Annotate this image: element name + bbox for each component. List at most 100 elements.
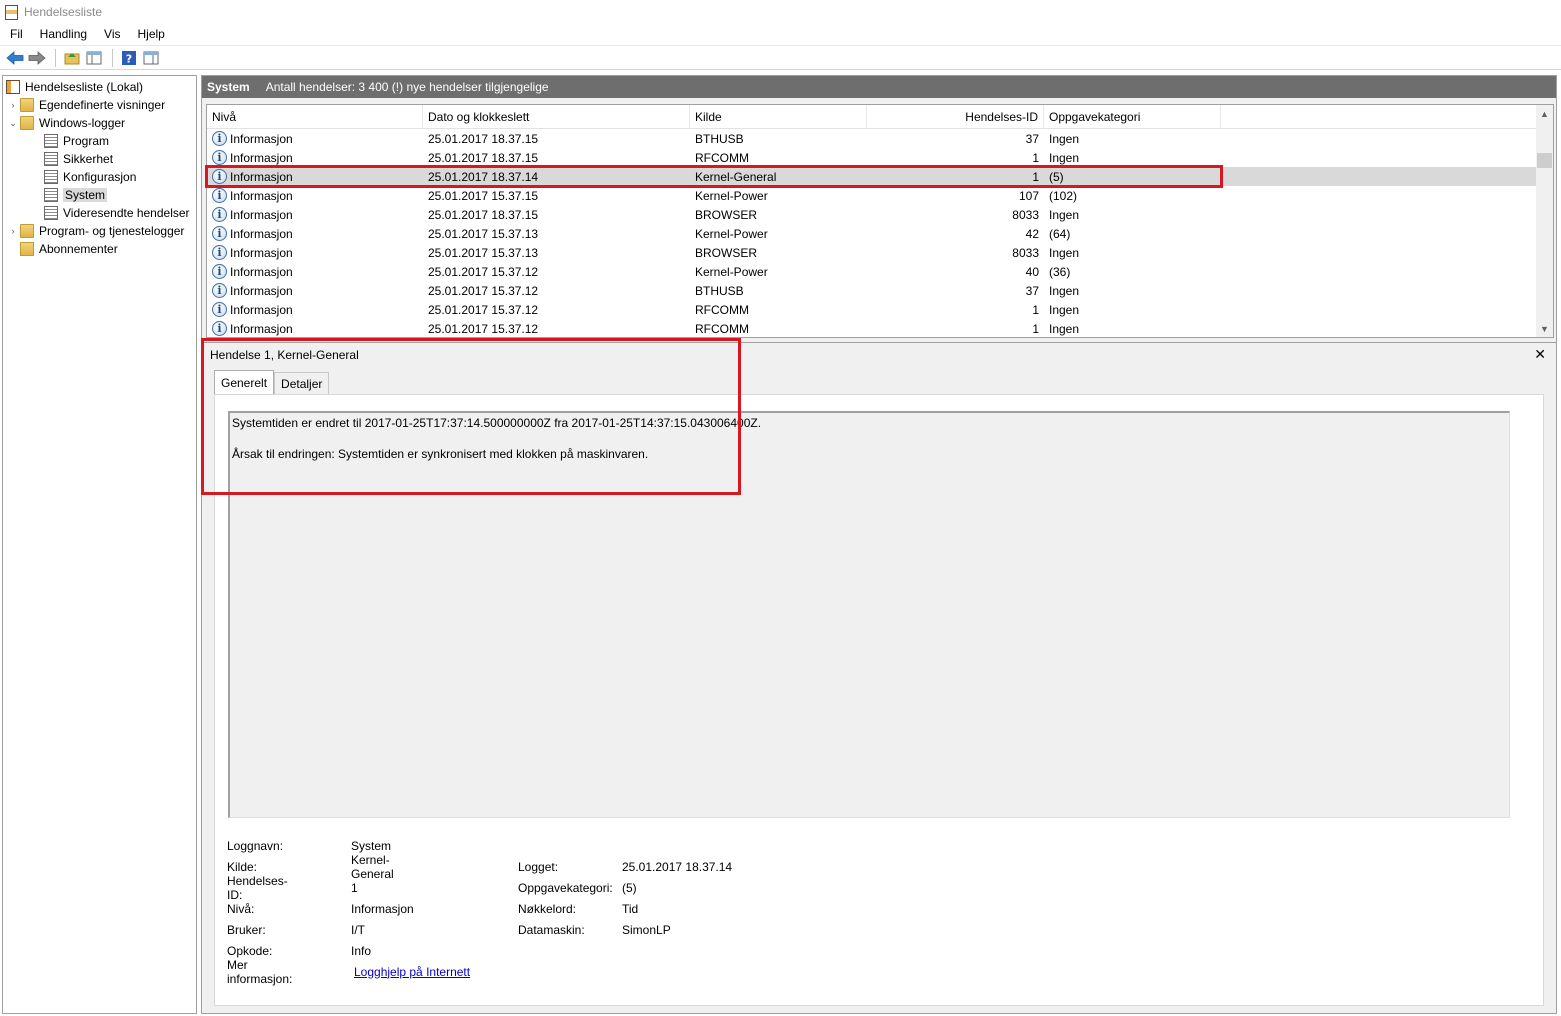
event-description[interactable]: Systemtiden er endret til 2017-01-25T17:… — [228, 411, 1510, 818]
level-text: Informasjon — [230, 226, 293, 241]
scroll-down-icon[interactable]: ▼ — [1536, 320, 1553, 337]
cell-date: 25.01.2017 15.37.12 — [428, 302, 539, 317]
tree-app-service-logs[interactable]: › Program- og tjenestelogger — [3, 222, 196, 240]
tree-windows-logs[interactable]: ⌄ Windows-logger — [3, 114, 196, 132]
column-date[interactable]: Dato og klokkeslett — [423, 105, 690, 128]
cell-source: BTHUSB — [695, 131, 744, 146]
forward-arrow-icon[interactable] — [27, 48, 47, 68]
svg-text:?: ? — [126, 52, 132, 65]
table-row[interactable]: i Informasjon 25.01.2017 15.37.12 Kernel-Po… — [207, 262, 1553, 281]
tab-details[interactable]: Detaljer — [274, 372, 330, 394]
cell-source: Kernel-Power — [695, 264, 768, 279]
information-icon: i — [212, 302, 227, 317]
menu-bar: Fil Handling Vis Hjelp — [0, 24, 1561, 44]
tree-log-setup[interactable]: Konfigurasjon — [3, 168, 196, 186]
prop-label: Datamaskin: — [518, 922, 585, 937]
detail-tabs: Generelt Detaljer — [214, 370, 330, 394]
folder-icon — [20, 116, 34, 130]
prop-label: Oppgavekategori: — [518, 880, 613, 895]
cell-date: 25.01.2017 15.37.12 — [428, 321, 539, 336]
table-row[interactable]: i Informasjon 25.01.2017 18.37.14 Kernel-Ge… — [207, 167, 1553, 186]
information-icon: i — [212, 283, 227, 298]
cell-level: i Informasjon — [207, 129, 423, 148]
cell-level: i Informasjon — [207, 186, 423, 205]
scroll-up-icon[interactable]: ▲ — [1536, 105, 1553, 122]
scroll-thumb[interactable] — [1537, 153, 1552, 168]
table-header: Nivå Dato og klokkeslett Kilde Hendelses… — [207, 105, 1553, 129]
menu-file[interactable]: Fil — [10, 27, 23, 41]
cell-event-id: 1 — [1032, 302, 1039, 317]
cell-task-category: (64) — [1049, 226, 1071, 241]
table-row[interactable]: i Informasjon 25.01.2017 18.37.15 RFCOMM 1 In… — [207, 148, 1553, 167]
column-task-category[interactable]: Oppgavekategori — [1044, 105, 1221, 128]
log-icon — [44, 170, 58, 184]
menu-help[interactable]: Hjelp — [138, 27, 165, 41]
table-row[interactable]: i Informasjon 25.01.2017 15.37.12 BTHUSB 37 I… — [207, 281, 1553, 300]
cell-event-id: 40 — [1025, 264, 1039, 279]
cell-task-category: Ingen — [1049, 321, 1080, 336]
cell-level: i Informasjon — [207, 262, 423, 281]
tree-log-program[interactable]: Program — [3, 132, 196, 150]
tree-root[interactable]: Hendelsesliste (Lokal) — [3, 78, 196, 96]
table-row[interactable]: i Informasjon 25.01.2017 18.37.15 BTHUSB 37 I… — [207, 129, 1553, 148]
cell-level: i Informasjon — [207, 319, 423, 337]
prop-label: Mer informasjon: — [227, 957, 293, 986]
tree-log-system[interactable]: System — [3, 186, 196, 204]
vertical-scrollbar[interactable]: ▲ ▼ — [1536, 105, 1553, 337]
column-source[interactable]: Kilde — [690, 105, 867, 128]
chevron-down-icon[interactable]: ⌄ — [6, 118, 20, 129]
tab-general[interactable]: Generelt — [214, 370, 275, 394]
table-row[interactable]: i Informasjon 25.01.2017 15.37.13 BROWSER 80… — [207, 243, 1553, 262]
general-tab-content: Systemtiden er endret til 2017-01-25T17:… — [214, 394, 1544, 1006]
tree-subscriptions[interactable]: Abonnementer — [3, 240, 196, 258]
chevron-right-icon[interactable]: › — [6, 100, 20, 110]
cell-date: 25.01.2017 15.37.12 — [428, 283, 539, 298]
prop-keywords: Tid — [622, 901, 639, 916]
event-count: Antall hendelser: 3 400 (!) nye hendelse… — [265, 80, 549, 94]
action-pane-icon[interactable] — [141, 48, 161, 68]
tree-custom-views[interactable]: › Egendefinerte visninger — [3, 96, 196, 114]
menu-action[interactable]: Handling — [40, 27, 87, 41]
cell-date: 25.01.2017 15.37.12 — [428, 264, 539, 279]
prop-label: Loggnavn: — [227, 838, 284, 853]
folder-up-icon[interactable] — [62, 48, 82, 68]
description-line: Systemtiden er endret til 2017-01-25T17:… — [232, 416, 762, 430]
cell-level: i Informasjon — [207, 224, 423, 243]
table-row[interactable]: i Informasjon 25.01.2017 15.37.12 RFCOMM 1 In… — [207, 300, 1553, 319]
table-row[interactable]: i Informasjon 25.01.2017 18.37.15 BROWSER 80… — [207, 205, 1553, 224]
prop-log-name: System — [351, 838, 392, 853]
log-icon — [44, 188, 58, 202]
cell-date: 25.01.2017 18.37.14 — [428, 169, 539, 184]
level-text: Informasjon — [230, 131, 293, 146]
cell-source: BROWSER — [695, 245, 758, 260]
console-tree-icon[interactable] — [84, 48, 104, 68]
cell-date: 25.01.2017 18.37.15 — [428, 207, 539, 222]
back-arrow-icon[interactable] — [5, 48, 25, 68]
information-icon: i — [212, 169, 227, 184]
tree-log-security[interactable]: Sikkerhet — [3, 150, 196, 168]
level-text: Informasjon — [230, 150, 293, 165]
column-level[interactable]: Nivå — [207, 105, 423, 128]
information-icon: i — [212, 245, 227, 260]
help-icon[interactable]: ? — [119, 48, 139, 68]
cell-event-id: 37 — [1025, 131, 1039, 146]
cell-source: BTHUSB — [695, 283, 744, 298]
menu-view[interactable]: Vis — [104, 27, 120, 41]
cell-source: RFCOMM — [695, 321, 749, 336]
cell-source: BROWSER — [695, 207, 758, 222]
table-row[interactable]: i Informasjon 25.01.2017 15.37.15 Kernel-Po… — [207, 186, 1553, 205]
chevron-right-icon[interactable]: › — [6, 226, 20, 236]
tree-log-forwarded[interactable]: Videresendte hendelser — [3, 204, 196, 222]
table-row[interactable]: i Informasjon 25.01.2017 15.37.13 Kernel-Po… — [207, 224, 1553, 243]
level-text: Informasjon — [230, 283, 293, 298]
log-icon — [44, 206, 58, 220]
prop-label: Hendelses-ID: — [227, 873, 288, 902]
close-icon[interactable]: ✕ — [1534, 346, 1546, 363]
level-text: Informasjon — [230, 321, 293, 336]
log-help-link[interactable]: Logghjelp på Internett — [354, 965, 470, 979]
table-row[interactable]: i Informasjon 25.01.2017 15.37.12 RFCOMM 1 In… — [207, 319, 1553, 337]
column-event-id[interactable]: Hendelses-ID — [867, 105, 1044, 128]
level-text: Informasjon — [230, 264, 293, 279]
console-tree: Hendelsesliste (Lokal) › Egendefinerte v… — [2, 75, 197, 1014]
prop-user: I/T — [351, 922, 365, 937]
